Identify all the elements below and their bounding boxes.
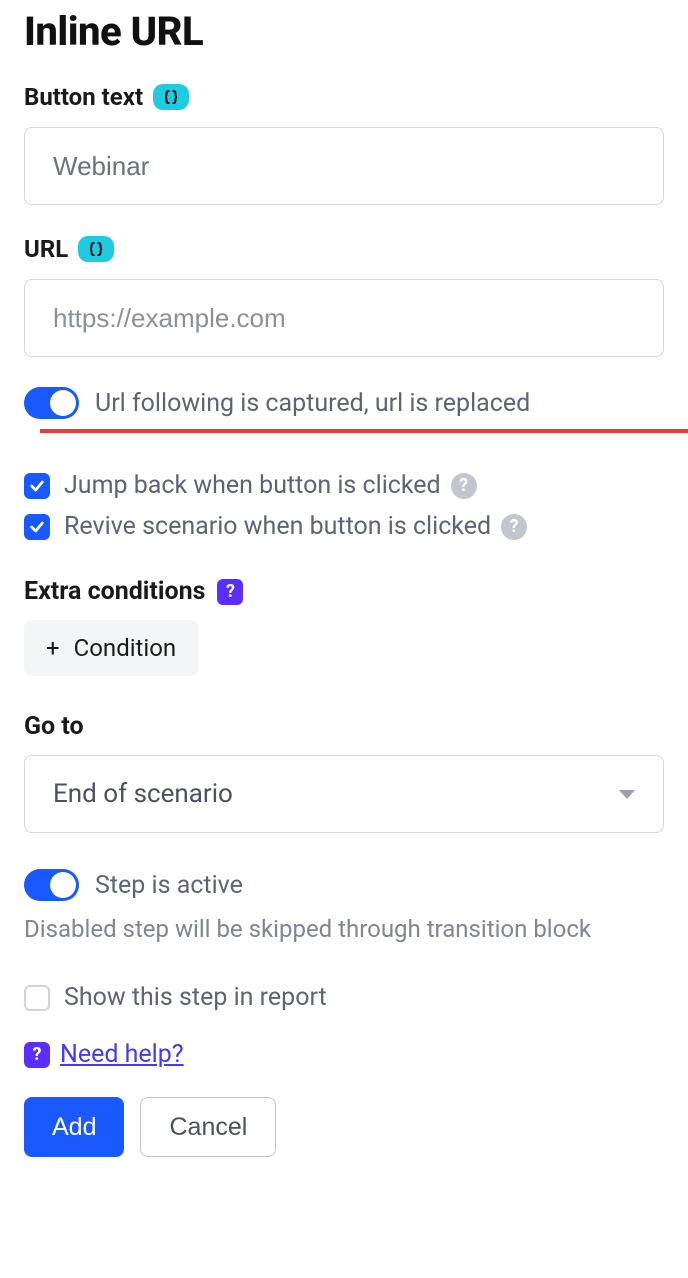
step-active-label: Step is active <box>95 871 243 900</box>
goto-select[interactable]: End of scenario <box>24 755 664 833</box>
show-in-report-checkbox[interactable] <box>24 985 50 1011</box>
button-text-block: Button text <box>24 83 664 205</box>
goto-header: Go to <box>24 712 664 741</box>
url-block: URL <box>24 235 664 357</box>
help-icon[interactable]: ? <box>451 473 477 499</box>
revive-checkbox[interactable] <box>24 514 50 540</box>
step-active-row: Step is active <box>24 869 664 901</box>
extra-conditions-header-text: Extra conditions <box>24 577 205 606</box>
show-in-report-row: Show this step in report <box>24 983 664 1012</box>
jump-back-row: Jump back when button is clicked ? <box>24 471 664 500</box>
url-capture-toggle[interactable] <box>24 387 79 419</box>
add-button[interactable]: Add <box>24 1097 124 1157</box>
revive-label: Revive scenario when button is clicked <box>64 512 491 541</box>
url-capture-label: Url following is captured, url is replac… <box>95 389 530 418</box>
add-condition-label: Condition <box>74 634 177 662</box>
need-help-link[interactable]: Need help? <box>60 1040 184 1069</box>
button-row: Add Cancel <box>24 1097 664 1157</box>
goto-header-text: Go to <box>24 712 84 741</box>
cancel-button[interactable]: Cancel <box>140 1097 276 1157</box>
highlight-underline <box>40 429 688 433</box>
chevron-down-icon <box>619 790 635 799</box>
url-label-text: URL <box>24 235 68 263</box>
url-input[interactable] <box>24 279 664 357</box>
button-text-label: Button text <box>24 83 664 111</box>
help-icon[interactable]: ? <box>501 514 527 540</box>
url-capture-row: Url following is captured, url is replac… <box>24 387 664 419</box>
step-active-toggle[interactable] <box>24 869 79 901</box>
jump-back-checkbox[interactable] <box>24 473 50 499</box>
button-text-label-text: Button text <box>24 83 143 111</box>
help-link-row: ? Need help? <box>24 1040 664 1069</box>
extra-conditions-header: Extra conditions ? <box>24 577 664 606</box>
help-square-icon[interactable]: ? <box>217 579 243 605</box>
variable-tag-icon[interactable] <box>78 236 114 262</box>
step-active-description: Disabled step will be skipped through tr… <box>24 911 664 947</box>
url-label: URL <box>24 235 664 263</box>
show-in-report-label: Show this step in report <box>64 983 327 1012</box>
page-title: Inline URL <box>24 8 664 55</box>
plus-icon: + <box>46 634 60 662</box>
revive-row: Revive scenario when button is clicked ? <box>24 512 664 541</box>
button-text-input[interactable] <box>24 127 664 205</box>
add-condition-button[interactable]: + Condition <box>24 620 198 676</box>
jump-back-label: Jump back when button is clicked <box>64 471 441 500</box>
help-square-icon[interactable]: ? <box>24 1042 50 1068</box>
variable-tag-icon[interactable] <box>153 84 189 110</box>
goto-selected: End of scenario <box>53 779 233 809</box>
